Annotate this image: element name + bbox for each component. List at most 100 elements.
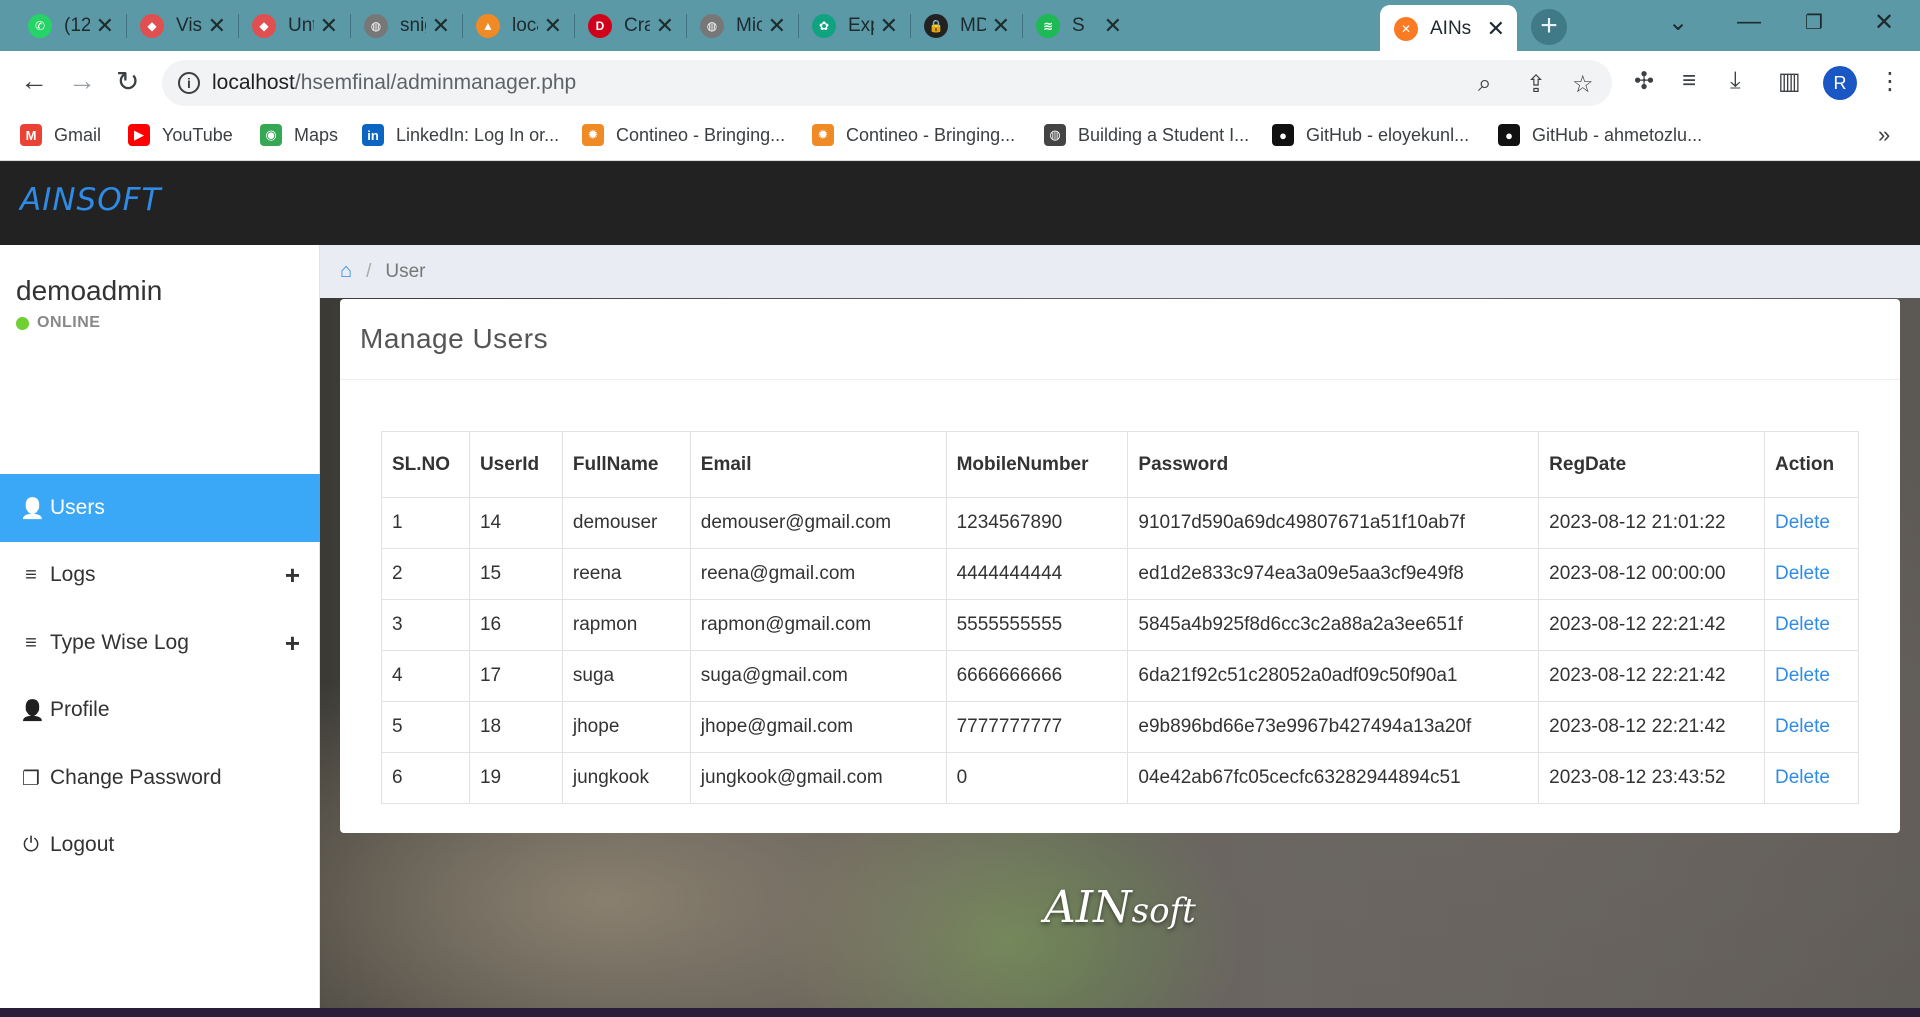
bookmark-item[interactable]: ◉ Maps — [260, 124, 338, 146]
side-panel-icon[interactable]: ▥ — [1778, 67, 1801, 96]
restore-icon[interactable]: ❐ — [1805, 10, 1823, 35]
tab-close-icon[interactable]: ✕ — [1104, 13, 1122, 39]
browser-tab[interactable]: ✕ AINs ✕ — [1380, 5, 1517, 52]
tab-search-icon[interactable]: ⌄ — [1668, 8, 1688, 37]
forward-icon[interactable]: → — [68, 65, 96, 97]
bookmark-item[interactable]: ▶ YouTube — [128, 124, 233, 146]
sidebar-item-change-password[interactable]: ❐ Change Password — [0, 744, 320, 812]
profile-avatar[interactable]: R — [1823, 66, 1857, 100]
table-cell: ed1d2e833c974ea3a09e5aa3cf9e49f8 — [1127, 548, 1540, 600]
bookmark-label: Contineo - Bringing... — [846, 124, 1016, 145]
spotify-icon: ≋ — [1036, 14, 1060, 38]
bookmark-item[interactable]: ✹ Contineo - Bringing... — [812, 124, 1015, 146]
back-icon[interactable]: ← — [20, 65, 48, 97]
column-header[interactable]: UserId — [468, 431, 563, 498]
zoom-icon[interactable]: ⌕ — [1478, 70, 1491, 98]
column-header[interactable]: Password — [1127, 431, 1540, 498]
browser-tab[interactable]: D Crack ✕ — [574, 4, 686, 48]
delete-link[interactable]: Delete — [1775, 767, 1830, 788]
tab-close-icon[interactable]: ✕ — [1487, 16, 1505, 42]
column-header[interactable]: Action — [1764, 431, 1859, 498]
browser-tab[interactable]: ▲ localh ✕ — [462, 4, 574, 48]
url-omnibox[interactable]: i localhost/hsemfinal/adminmanager.php ⌕… — [162, 60, 1612, 106]
delete-link[interactable]: Delete — [1775, 563, 1830, 584]
reload-icon[interactable]: ↻ — [116, 65, 139, 98]
extensions-icon[interactable]: ✣ — [1634, 67, 1654, 96]
tab-close-icon[interactable]: ✕ — [992, 13, 1010, 39]
sidebar-item-users[interactable]: 👤 Users — [0, 474, 320, 542]
tab-title: (12) W — [64, 15, 90, 36]
table-body: 1 14 demouser demouser@gmail.com 1234567890 9… — [381, 497, 1859, 804]
home-icon[interactable]: ⌂ — [340, 260, 352, 283]
media-control-icon[interactable]: ≡ — [1682, 67, 1696, 95]
browser-tab[interactable]: ✿ Exper ✕ — [798, 4, 910, 48]
browser-tab[interactable]: 🔒 MD5 ✕ — [910, 4, 1022, 48]
delete-link[interactable]: Delete — [1775, 614, 1830, 635]
column-header[interactable]: SL.NO — [381, 431, 470, 498]
delete-link[interactable]: Delete — [1775, 716, 1830, 737]
bookmark-item[interactable]: ✹ Contineo - Bringing... — [582, 124, 785, 146]
copy-icon: ❐ — [22, 767, 40, 790]
close-window-icon[interactable]: ✕ — [1874, 8, 1894, 37]
bookmark-item[interactable]: in LinkedIn: Log In or... — [362, 124, 559, 146]
sidebar-item-logout[interactable]: ⏻ Logout — [0, 811, 320, 879]
more-bookmarks-icon[interactable]: » — [1878, 122, 1890, 148]
share-icon[interactable]: ⇪ — [1526, 70, 1546, 99]
manage-users-panel: Manage Users SL.NO UserId FullName Email Mob… — [340, 299, 1900, 833]
tab-close-icon[interactable]: ✕ — [208, 13, 226, 39]
table-cell: jhope — [561, 701, 691, 753]
tab-close-icon[interactable]: ✕ — [768, 13, 786, 39]
tab-close-icon[interactable]: ✕ — [880, 13, 898, 39]
tab-close-icon[interactable]: ✕ — [544, 13, 562, 39]
browser-tab[interactable]: ◍ Micro ✕ — [686, 4, 798, 48]
browser-tab[interactable]: ✆ (12) W ✕ — [14, 4, 126, 48]
bookmark-item[interactable]: ● GitHub - eloyekunl... — [1272, 124, 1469, 146]
power-icon: ⏻ — [23, 833, 39, 856]
column-header[interactable]: FullName — [561, 431, 691, 498]
table-header-row: SL.NO UserId FullName Email MobileNumber Pass… — [381, 431, 1859, 498]
expand-plus-icon[interactable]: + — [285, 628, 300, 659]
site-info-icon[interactable]: i — [178, 72, 200, 94]
generic-site-icon: ◆ — [140, 14, 164, 38]
column-header[interactable]: Email — [689, 431, 947, 498]
browser-tab[interactable]: ◍ snig ✕ — [350, 4, 462, 48]
bookmark-star-icon[interactable]: ☆ — [1572, 70, 1594, 99]
breadcrumb-separator: / — [366, 260, 372, 282]
tab-close-icon[interactable]: ✕ — [432, 13, 450, 39]
column-header[interactable]: MobileNumber — [945, 431, 1129, 498]
delete-link[interactable]: Delete — [1775, 665, 1830, 686]
url-text[interactable]: localhost/hsemfinal/adminmanager.php — [212, 71, 576, 95]
brand-logo[interactable]: AINSOFT — [20, 182, 161, 218]
tab-close-icon[interactable]: ✕ — [320, 13, 338, 39]
expand-plus-icon[interactable]: + — [285, 560, 300, 591]
panel-title: Manage Users — [360, 323, 549, 354]
table-cell: rapmon — [561, 599, 691, 651]
downloads-icon[interactable]: ⤓ — [1730, 67, 1741, 95]
delete-link[interactable]: Delete — [1775, 512, 1830, 533]
sidebar-item-label: Logout — [50, 833, 115, 856]
sidebar-item-type-wise-log[interactable]: ≡ Type Wise Log + — [0, 609, 320, 677]
minimize-icon[interactable]: — — [1737, 8, 1761, 36]
tab-close-icon[interactable]: ✕ — [96, 13, 114, 39]
new-tab-button[interactable]: + — [1531, 9, 1567, 45]
admin-name: demoadmin — [16, 275, 163, 306]
globe-icon: ◍ — [364, 14, 388, 38]
column-header[interactable]: RegDate — [1538, 431, 1766, 498]
table-cell: 1 — [381, 497, 470, 549]
table-cell: 14 — [468, 497, 563, 549]
tab-close-icon[interactable]: ✕ — [656, 13, 674, 39]
table-cell: 04e42ab67fc05cecfc63282944894c51 — [1127, 752, 1540, 804]
browser-tab[interactable]: ≋ S ✕ — [1022, 4, 1134, 48]
tab-title: Micro — [736, 15, 762, 36]
users-table: SL.NO UserId FullName Email MobileNumber Pass… — [381, 431, 1859, 804]
browser-tab[interactable]: ◆ Untit ✕ — [238, 4, 350, 48]
sidebar-item-profile[interactable]: 👤 Profile — [0, 676, 320, 744]
browser-tab[interactable]: ◆ Visua ✕ — [126, 4, 238, 48]
menu-kebab-icon[interactable]: ⋮ — [1878, 67, 1902, 96]
bookmark-item[interactable]: ● GitHub - ahmetozlu... — [1498, 124, 1702, 146]
sidebar-item-logs[interactable]: ≡ Logs + — [0, 541, 320, 609]
generic-site-icon: ◆ — [252, 14, 276, 38]
bookmark-item[interactable]: M Gmail — [20, 124, 101, 146]
bookmark-item[interactable]: ◍ Building a Student I... — [1044, 124, 1249, 146]
table-cell: demouser@gmail.com — [689, 497, 947, 549]
